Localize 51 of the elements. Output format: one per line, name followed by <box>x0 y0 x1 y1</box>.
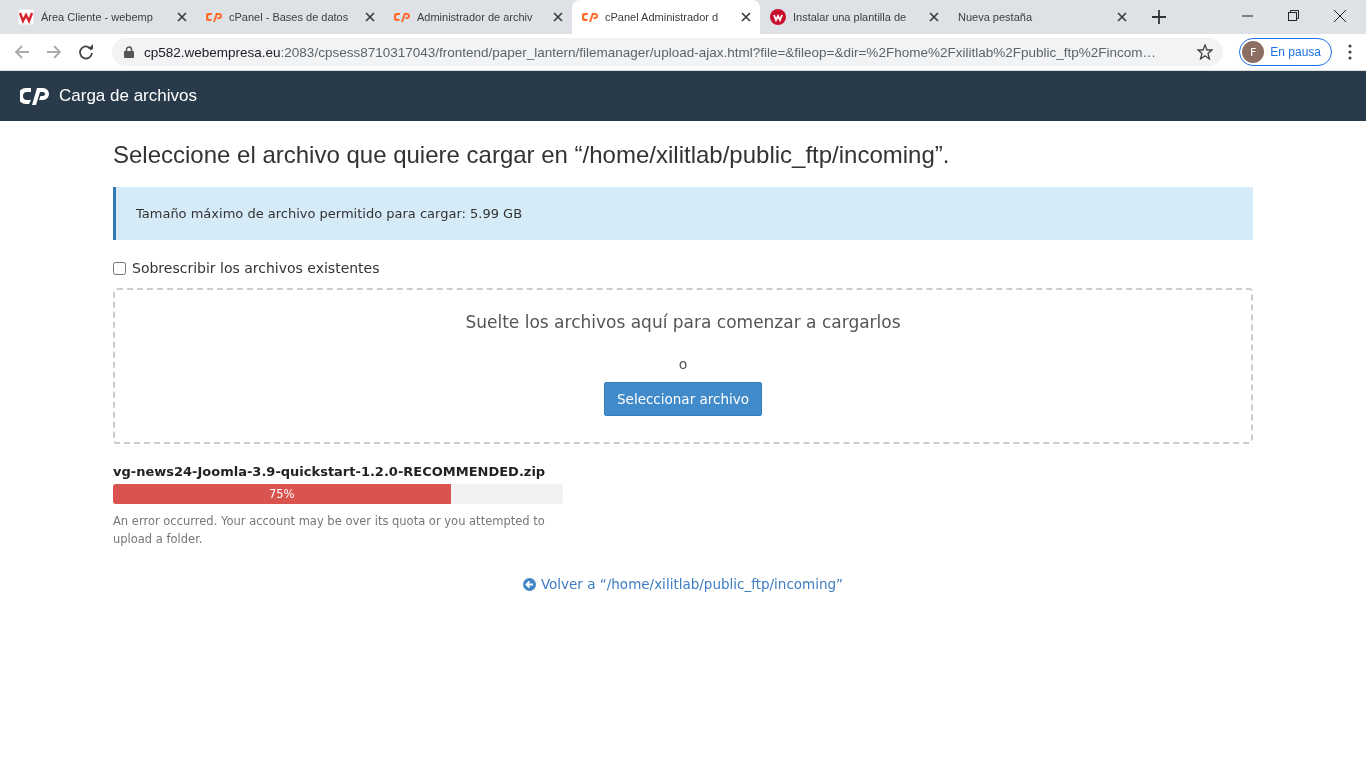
browser-tab[interactable]: cPanel - Bases de datos <box>196 0 384 34</box>
star-icon <box>1197 44 1214 60</box>
reload-icon <box>78 44 94 60</box>
page-title: Carga de archivos <box>59 86 197 106</box>
file-name: vg-news24-Joomla-3.9-quickstart-1.2.0-RECOMMENDED.zip <box>113 464 547 479</box>
back-arrow-icon <box>14 44 30 60</box>
url-text: cp582.webempresa.eu:2083/cpsess8710317043/frontend/paper_lantern/filemanager/upload-ajax.html?file=&fileop=&dir=%2Fhome%2Fxilitlab%2Fpublic_ftp%2Fincom… <box>144 44 1157 60</box>
browser-tab[interactable]: Área Cliente - webemp <box>8 0 196 34</box>
tab-title: Instalar una plantilla de <box>793 11 908 23</box>
tab-title: Administrador de archiv <box>417 11 534 23</box>
avatar: F <box>1242 41 1265 63</box>
close-icon <box>1334 10 1346 22</box>
close-icon <box>741 12 751 22</box>
select-file-button[interactable]: Seleccionar archivo <box>604 382 762 416</box>
lock-icon <box>124 46 134 58</box>
more-menu-icon <box>1348 44 1352 60</box>
tab-title: cPanel - Bases de datos <box>229 11 350 23</box>
progress-percent: 75% <box>268 487 295 501</box>
overwrite-checkbox[interactable] <box>113 261 126 275</box>
close-icon <box>1117 12 1127 22</box>
profile-label: En pausa <box>1270 45 1321 59</box>
browser-tab[interactable]: Instalar una plantilla de <box>760 0 948 34</box>
cpanel-logo-icon <box>394 11 410 23</box>
close-icon <box>929 12 939 22</box>
w-logo-icon <box>770 9 786 25</box>
arrow-left-circle-icon <box>522 577 536 591</box>
forward-arrow-icon <box>46 44 62 60</box>
checkbox-label: Sobrescribir los archivos existentes <box>132 260 380 276</box>
close-icon <box>177 12 187 22</box>
browser-tab[interactable]: Administrador de archiv <box>384 0 572 34</box>
drop-zone-text: Suelte los archivos aquí para comenzar a cargarlos <box>465 312 901 332</box>
profile-button[interactable]: F En pausa <box>1239 38 1332 66</box>
cpanel-logo-icon <box>206 11 222 23</box>
cpanel-logo-icon <box>20 86 50 106</box>
plus-icon <box>1152 10 1166 24</box>
w-logo-icon <box>18 9 34 25</box>
info-alert: Tamaño máximo de archivo permitido para cargar: 5.99 GB <box>113 187 1253 240</box>
cpanel-logo-icon <box>582 11 598 23</box>
tab-title: Área Cliente - webemp <box>41 11 154 23</box>
address-bar[interactable]: cp582.webempresa.eu:2083/cpsess8710317043/frontend/paper_lantern/filemanager/upload-ajax.html?file=&fileop=&dir=%2Fhome%2Fxilitlab%2Fpublic_ftp%2Fincom… <box>112 38 1224 66</box>
tab-title: Nueva pestaña <box>958 11 1033 23</box>
close-icon <box>365 12 375 22</box>
restore-icon <box>1288 10 1299 21</box>
tab-title: cPanel Administrador d <box>605 11 720 23</box>
close-icon <box>553 12 563 22</box>
error-message: An error occurred. Your account may be over its quota or you attempted to upload a folder. <box>113 513 546 548</box>
browser-tab[interactable]: Nueva pestaña <box>948 0 1136 34</box>
back-link[interactable]: Volver a “/home/xilitlab/public_ftp/incoming” <box>522 576 844 592</box>
heading: Seleccione el archivo que quiere cargar en “/home/xilitlab/public_ftp/incoming”. <box>113 141 951 169</box>
browser-tab[interactable]: cPanel Administrador d <box>572 0 760 34</box>
or-text: o <box>678 356 688 372</box>
